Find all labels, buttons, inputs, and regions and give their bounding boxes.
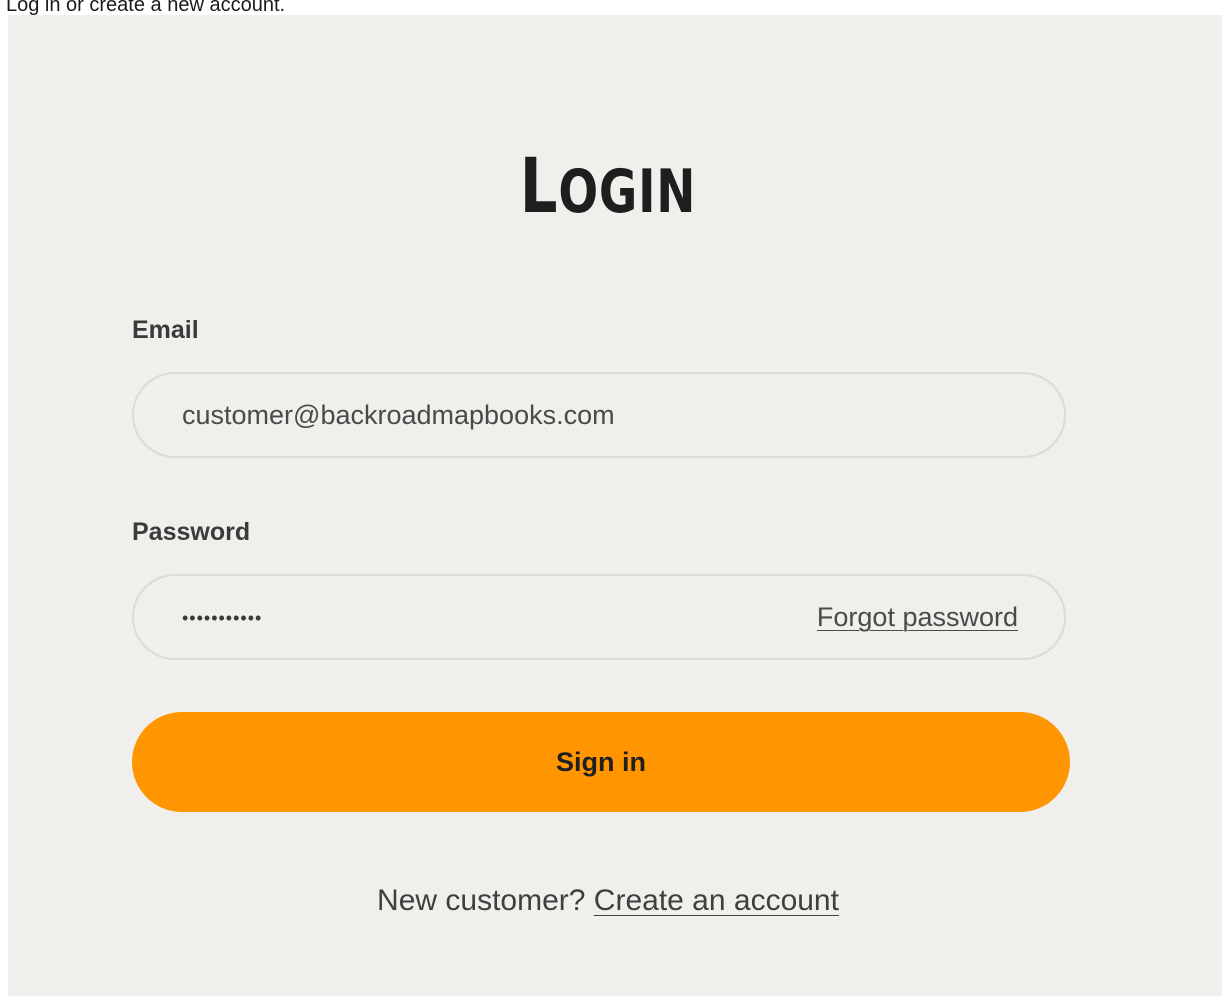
title-rest: OGIN [558,157,697,227]
password-value[interactable]: ••••••••••• [182,576,262,658]
create-account-row: New customer? Create an account [8,881,1208,921]
password-label: Password [132,518,251,546]
page-title: LOGIN [140,141,1076,237]
login-panel: LOGIN Email customer@backroadmapbooks.co… [8,15,1222,996]
email-label: Email [132,316,199,344]
sign-in-button[interactable]: Sign in [132,712,1070,812]
password-field[interactable]: ••••••••••• Forgot password [132,574,1066,660]
forgot-password-link[interactable]: Forgot password [817,576,1018,658]
title-initial: L [519,141,559,230]
new-customer-text: New customer? [377,884,586,917]
create-account-link[interactable]: Create an account [594,884,839,917]
email-field[interactable]: customer@backroadmapbooks.com [132,372,1066,458]
email-value[interactable]: customer@backroadmapbooks.com [182,374,615,456]
